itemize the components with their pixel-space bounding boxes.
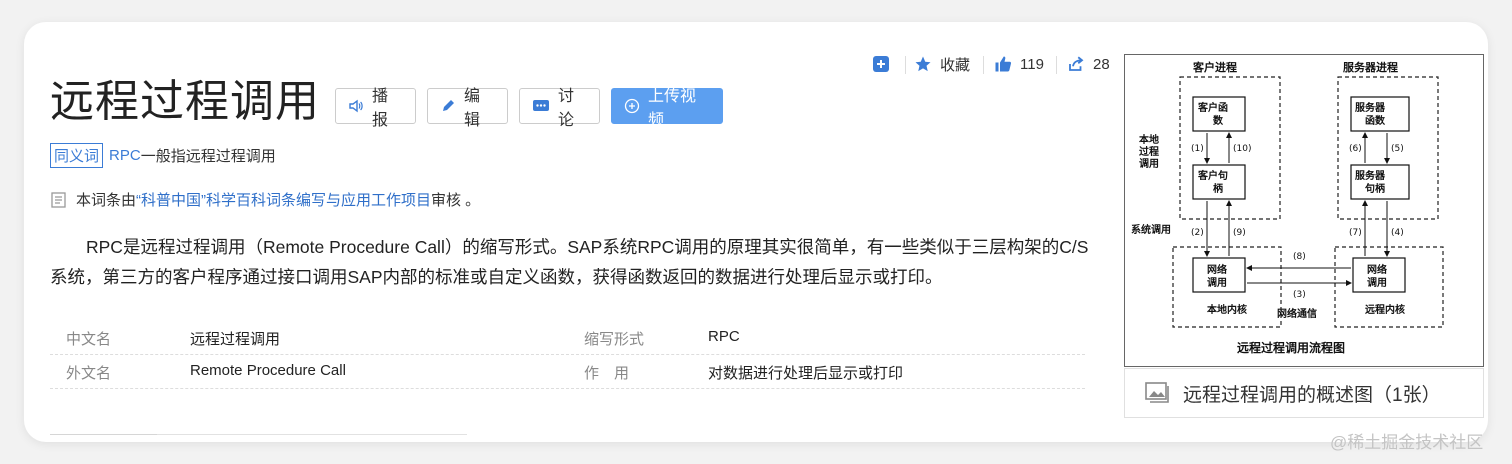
upload-video-button[interactable]: 上传视频	[611, 88, 723, 129]
discuss-button[interactable]: 讨论	[519, 88, 600, 129]
review-link[interactable]: “科普中国”科学百科词条编写与应用工作项目	[136, 189, 431, 210]
share-icon	[1069, 56, 1084, 71]
upload-video-label: 上传视频	[648, 88, 697, 129]
step-6: (6)	[1349, 144, 1362, 154]
summary-figure[interactable]: 客户进程 服务器进程 本地 过程 调用 系统调用 客户函 数 客户句 柄 服务器…	[1124, 54, 1486, 422]
divider	[983, 56, 984, 74]
edit-button[interactable]: 编辑	[427, 88, 508, 129]
info-value: 远程过程调用	[190, 331, 281, 348]
step-8: (8)	[1293, 252, 1306, 262]
info-key: 作 用	[584, 365, 630, 382]
server-function-box-b: 函数	[1365, 114, 1386, 127]
plus-circle-icon	[624, 98, 640, 114]
divider	[1056, 56, 1057, 74]
synonym-line: 同义词 RPC 一般指远程过程调用	[50, 143, 276, 168]
speaker-icon	[348, 98, 364, 114]
collect-label: 收藏	[940, 56, 971, 74]
client-function-box-b: 数	[1213, 114, 1224, 127]
chat-icon	[532, 98, 550, 114]
remote-network-box-b: 调用	[1367, 276, 1387, 289]
local-call-label-a: 本地	[1139, 133, 1159, 146]
share-button[interactable]: 28	[1067, 52, 1110, 76]
review-notice: 本词条由 “科普中国”科学百科词条编写与应用工作项目 审核 。	[50, 189, 480, 210]
server-stub-box-b: 句柄	[1365, 182, 1385, 195]
gallery-icon	[1145, 382, 1169, 403]
tab-divider	[157, 434, 467, 435]
server-function-box: 服务器	[1355, 101, 1386, 114]
flow-diagram-image[interactable]: 客户进程 服务器进程 本地 过程 调用 系统调用 客户函 数 客户句 柄 服务器…	[1124, 54, 1484, 367]
info-value: 对数据进行处理后显示或打印	[708, 365, 904, 382]
local-network-box-b: 调用	[1207, 276, 1227, 289]
pencil-icon	[440, 98, 456, 114]
watermark: @稀土掘金技术社区	[1330, 433, 1484, 452]
broadcast-label: 播报	[372, 88, 389, 129]
figure-caption[interactable]: 远程过程调用的概述图（1张）	[1124, 368, 1484, 418]
synonym-tag[interactable]: 同义词	[50, 143, 104, 168]
review-prefix: 本词条由	[76, 192, 137, 209]
info-row: 中文名 远程过程调用 缩写形式 RPC	[50, 320, 1085, 355]
step-1: (1)	[1191, 144, 1204, 154]
info-key: 中文名	[66, 331, 112, 348]
step-2: (2)	[1191, 228, 1204, 238]
server-stub-box: 服务器	[1355, 169, 1386, 182]
summary-paragraph: RPC是远程过程调用（Remote Procedure Call）的缩写形式。S…	[50, 237, 1089, 287]
client-function-box: 客户函	[1197, 101, 1228, 114]
star-icon	[915, 56, 931, 72]
step-5: (5)	[1391, 144, 1404, 154]
remote-kernel-label: 远程内核	[1365, 303, 1405, 316]
like-button[interactable]: 119	[994, 52, 1044, 76]
info-key: 缩写形式	[584, 331, 645, 348]
like-count: 119	[1020, 55, 1044, 73]
network-comm-label: 网络通信	[1277, 307, 1317, 320]
info-key: 外文名	[66, 365, 112, 382]
synonym-text: 一般指远程过程调用	[140, 148, 276, 165]
broadcast-button[interactable]: 播报	[335, 88, 416, 129]
system-call-label: 系统调用	[1131, 223, 1171, 236]
synonym-link[interactable]: RPC	[109, 147, 141, 164]
client-stub-box-b: 柄	[1213, 182, 1223, 195]
step-10: (10)	[1233, 144, 1251, 154]
local-call-label-b: 过程	[1139, 145, 1159, 158]
client-stub-box: 客户句	[1197, 169, 1228, 182]
step-9: (9)	[1233, 228, 1246, 238]
discuss-label: 讨论	[558, 88, 575, 129]
tab-underline	[50, 434, 157, 435]
remote-network-box: 网络	[1367, 263, 1387, 276]
edit-label: 编辑	[464, 88, 481, 129]
divider	[905, 56, 906, 74]
info-row: 外文名 Remote Procedure Call 作 用 对数据进行处理后显示…	[50, 354, 1085, 389]
step-3: (3)	[1293, 290, 1306, 300]
page-title: 远程过程调用	[50, 77, 320, 126]
collect-button[interactable]: 收藏	[914, 52, 970, 76]
local-call-label-c: 调用	[1139, 157, 1159, 170]
share-count: 28	[1093, 55, 1110, 73]
thumbs-up-icon	[995, 56, 1012, 72]
server-process-label: 服务器进程	[1343, 60, 1398, 74]
figure-caption-text: 远程过程调用的概述图（1张）	[1183, 384, 1441, 406]
info-value: Remote Procedure Call	[190, 362, 346, 379]
flow-diagram-title: 远程过程调用流程图	[1237, 340, 1345, 355]
review-suffix: 审核 。	[431, 192, 481, 209]
local-kernel-label: 本地内核	[1207, 303, 1247, 316]
step-7: (7)	[1349, 228, 1362, 238]
client-process-label: 客户进程	[1192, 60, 1237, 74]
step-4: (4)	[1391, 228, 1404, 238]
document-icon	[51, 191, 66, 208]
local-network-box: 网络	[1207, 263, 1227, 276]
info-value: RPC	[708, 328, 740, 345]
add-icon[interactable]	[873, 52, 889, 76]
